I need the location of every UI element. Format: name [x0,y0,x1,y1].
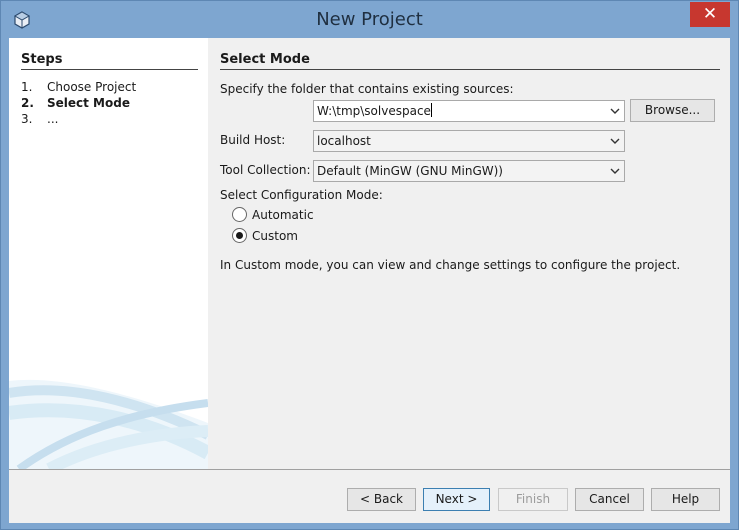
back-button[interactable]: < Back [347,488,416,511]
folder-combo[interactable]: W:\tmp\solvespace [313,100,625,122]
select-mode-panel: Select Mode Specify the folder that cont… [208,38,730,469]
button-bar: < Back Next > Finish Cancel Help [9,470,730,523]
chevron-down-icon[interactable] [609,101,621,121]
close-button[interactable]: ✕ [690,2,730,27]
mode-description: In Custom mode, you can view and change … [220,258,681,272]
build-host-value: localhost [317,134,371,148]
custom-radio[interactable] [232,228,247,243]
close-icon: ✕ [702,4,718,24]
step-label: ... [47,112,59,126]
automatic-radio[interactable] [232,207,247,222]
step-choose-project: 1. Choose Project [21,80,136,94]
custom-radio-label[interactable]: Custom [252,229,298,243]
step-select-mode: 2. Select Mode [21,96,130,110]
step-number: 1. [21,80,33,94]
browse-button[interactable]: Browse... [630,99,715,122]
next-button[interactable]: Next > [423,488,490,511]
help-button[interactable]: Help [651,488,720,511]
folder-label: Specify the folder that contains existin… [220,82,514,96]
new-project-dialog: New Project ✕ Steps 1. Choose Project 2. S… [0,0,739,530]
text-caret [430,103,432,117]
tool-collection-label: Tool Collection: [220,163,311,177]
finish-button: Finish [498,488,568,511]
step-label: Choose Project [47,80,137,94]
steps-panel: Steps 1. Choose Project 2. Select Mode 3..… [9,38,208,469]
config-mode-label: Select Configuration Mode: [220,188,383,202]
window-title: New Project [316,9,423,30]
folder-value: W:\tmp\solvespace [317,104,431,118]
chevron-down-icon[interactable] [609,161,621,181]
cancel-button[interactable]: Cancel [575,488,644,511]
automatic-radio-label[interactable]: Automatic [252,208,314,222]
steps-title: Steps [21,52,198,70]
step-more: 3.... [21,112,58,126]
tool-collection-select[interactable]: Default (MinGW (GNU MinGW)) [313,160,625,182]
step-label: Select Mode [47,96,130,110]
build-host-select[interactable]: localhost [313,130,625,152]
build-host-label: Build Host: [220,133,286,147]
tool-collection-value: Default (MinGW (GNU MinGW)) [317,164,503,178]
step-number: 2. [21,96,34,110]
section-title: Select Mode [220,52,720,70]
step-number: 3. [21,112,33,126]
chevron-down-icon[interactable] [609,131,621,151]
title-bar[interactable]: New Project ✕ [1,1,738,38]
dialog-body: Steps 1. Choose Project 2. Select Mode 3..… [9,38,730,523]
decorative-swoosh-graphic [9,379,208,469]
